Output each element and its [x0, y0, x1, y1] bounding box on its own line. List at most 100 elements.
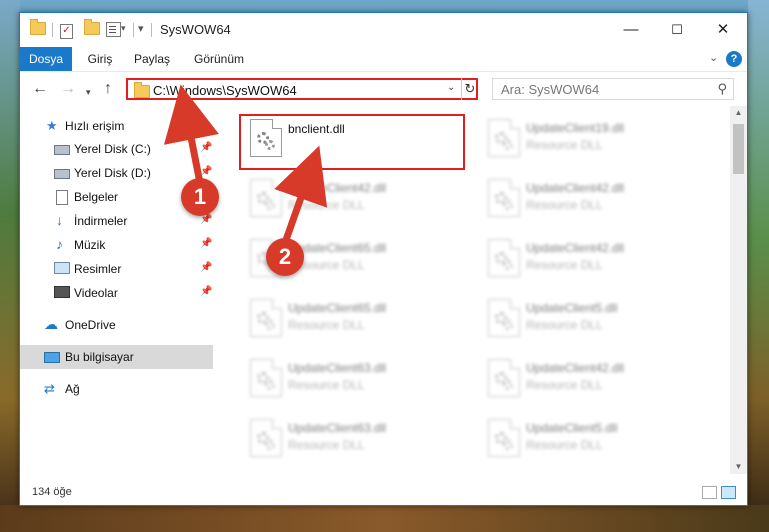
sidebar-item-downloads[interactable]: ↓ İndirmeler 📌 — [20, 209, 213, 233]
file-name: UpdateClient5.dll — [526, 421, 618, 435]
desktop-wallpaper-left — [0, 0, 20, 532]
search-placeholder: Ara: SysWOW64 — [501, 82, 600, 97]
address-bar[interactable]: C:\Windows\SysWOW64 ⌄ ↻ — [126, 78, 478, 100]
expand-ribbon-icon[interactable]: ⌄ — [709, 51, 718, 64]
file-type: Resource DLL — [288, 318, 365, 332]
file-item[interactable]: UpdateClient19.dll Resource DLL — [476, 114, 706, 164]
help-icon[interactable]: ? — [726, 51, 742, 67]
scroll-up-icon[interactable]: ▲ — [730, 106, 747, 120]
close-button[interactable]: ✕ — [700, 13, 746, 47]
file-item[interactable]: UpdateClient5.dll Resource DLL — [476, 414, 706, 464]
file-name: UpdateClient42.dll — [526, 361, 625, 375]
quick-access-dropdown-icon[interactable]: ▾ — [138, 22, 144, 38]
pin-icon: 📌 — [200, 142, 213, 153]
download-icon: ↓ — [56, 212, 63, 228]
sidebar-item-pictures[interactable]: Resimler 📌 — [20, 257, 213, 281]
cloud-icon: ☁ — [44, 316, 58, 332]
file-type: Resource DLL — [526, 438, 603, 452]
dll-file-icon — [488, 359, 520, 397]
sidebar-item-music[interactable]: ♪ Müzik 📌 — [20, 233, 213, 257]
sidebar-item-label: OneDrive — [65, 318, 116, 332]
details-view-icon[interactable] — [702, 486, 717, 499]
scroll-down-icon[interactable]: ▼ — [730, 460, 747, 474]
file-name: UpdateClient63.dll — [288, 421, 387, 435]
toolbar-divider — [52, 23, 53, 37]
music-icon: ♪ — [56, 236, 63, 252]
properties-check-icon[interactable]: ✓ — [60, 22, 73, 39]
tab-giris[interactable]: Giriş — [80, 47, 120, 71]
new-folder-icon[interactable] — [84, 19, 100, 38]
sidebar-item-network[interactable]: ⇄ Ağ — [20, 377, 213, 401]
file-name: UpdateClient42.dll — [526, 181, 625, 195]
toolbar-divider — [133, 23, 134, 37]
dll-file-icon — [488, 419, 520, 457]
sidebar-item-onedrive[interactable]: ☁ OneDrive — [20, 313, 213, 337]
sidebar-item-this-pc[interactable]: Bu bilgisayar — [20, 345, 213, 369]
search-input[interactable]: Ara: SysWOW64 ⚲ — [492, 78, 734, 100]
dll-file-icon — [250, 419, 282, 457]
forward-arrow-icon[interactable]: → — [60, 81, 76, 97]
sidebar-item-videos[interactable]: Videolar 📌 — [20, 281, 213, 305]
file-item[interactable]: UpdateClient42.dll Resource DLL — [476, 234, 706, 284]
dll-file-icon — [488, 239, 520, 277]
pin-icon: 📌 — [200, 286, 213, 297]
folder-icon — [134, 82, 150, 98]
disk-icon — [54, 145, 70, 155]
annotation-step-2: 2 — [266, 238, 304, 276]
vertical-scrollbar[interactable]: ▲ ▼ — [730, 106, 747, 474]
back-arrow-icon[interactable]: ← — [32, 81, 48, 97]
sidebar-item-disk-d[interactable]: Yerel Disk (D:) 📌 — [20, 161, 213, 185]
navigation-pane: ★ Hızlı erişim Yerel Disk (C:) 📌 Yerel D… — [20, 106, 213, 474]
tab-gorunum[interactable]: Görünüm — [190, 47, 248, 71]
sidebar-item-disk-c[interactable]: Yerel Disk (C:) 📌 — [20, 137, 213, 161]
address-dropdown-icon[interactable]: ⌄ — [447, 82, 455, 93]
sidebar-item-quick-access[interactable]: ★ Hızlı erişim — [20, 114, 213, 138]
dll-file-icon — [250, 299, 282, 337]
file-type: Resource DLL — [526, 318, 603, 332]
chevron-down-icon[interactable]: ▾ — [121, 23, 126, 39]
minimize-button[interactable]: — — [608, 13, 654, 47]
file-item[interactable]: UpdateClient42.dll Resource DLL — [476, 354, 706, 404]
tab-paylas[interactable]: Paylaş — [128, 47, 176, 71]
dll-file-icon — [488, 119, 520, 157]
status-bar: 134 öğe — [20, 482, 747, 505]
toolbar-divider — [151, 23, 152, 37]
sidebar-item-label: Resimler — [74, 262, 122, 276]
pin-icon: 📌 — [200, 238, 213, 249]
sidebar-item-label: Yerel Disk (C:) — [74, 142, 151, 156]
scroll-thumb[interactable] — [733, 124, 744, 174]
pin-icon: 📌 — [200, 166, 213, 177]
dll-file-icon — [488, 299, 520, 337]
file-type: Resource DLL — [288, 198, 365, 212]
file-item[interactable]: UpdateClient42.dll Resource DLL — [238, 174, 468, 224]
file-name: UpdateClient42.dll — [288, 181, 387, 195]
file-item[interactable]: UpdateClient63.dll Resource DLL — [238, 414, 468, 464]
file-item[interactable]: UpdateClient5.dll Resource DLL — [476, 294, 706, 344]
sidebar-item-label: Belgeler — [74, 190, 119, 204]
disk-icon — [54, 169, 70, 179]
dll-file-icon — [250, 179, 282, 217]
file-item[interactable]: UpdateClient63.dll Resource DLL — [238, 354, 468, 404]
videos-icon — [54, 286, 70, 298]
navigation-bar: ← → ▾ ↑ C:\Windows\SysWOW64 ⌄ ↻ Ara: Sys… — [20, 71, 747, 106]
up-arrow-icon[interactable]: ↑ — [104, 81, 112, 97]
file-type: Resource DLL — [288, 378, 365, 392]
file-item[interactable]: UpdateClient42.dll Resource DLL — [476, 174, 706, 224]
recent-locations-icon[interactable]: ▾ — [86, 84, 91, 100]
search-icon: ⚲ — [717, 81, 727, 96]
maximize-button[interactable]: ☐ — [654, 13, 700, 47]
star-icon: ★ — [46, 118, 58, 133]
file-name: UpdateClient5.dll — [526, 301, 618, 315]
file-type: Resource DLL — [526, 378, 603, 392]
pictures-icon — [54, 262, 70, 274]
tiles-view-icon[interactable] — [721, 486, 736, 499]
tab-dosya[interactable]: Dosya — [20, 47, 72, 71]
title-bar: ✓ ▾ ▾ SysWOW64 — ☐ ✕ — [20, 13, 747, 47]
file-item[interactable]: UpdateClient65.dll Resource DLL — [238, 294, 468, 344]
file-name: UpdateClient42.dll — [526, 241, 625, 255]
customize-icon[interactable] — [106, 22, 121, 38]
refresh-icon[interactable]: ↻ — [461, 78, 478, 100]
sidebar-item-label: Videolar — [74, 286, 118, 300]
item-count: 134 öğe — [32, 486, 72, 498]
sidebar-item-label: Hızlı erişim — [65, 119, 125, 133]
